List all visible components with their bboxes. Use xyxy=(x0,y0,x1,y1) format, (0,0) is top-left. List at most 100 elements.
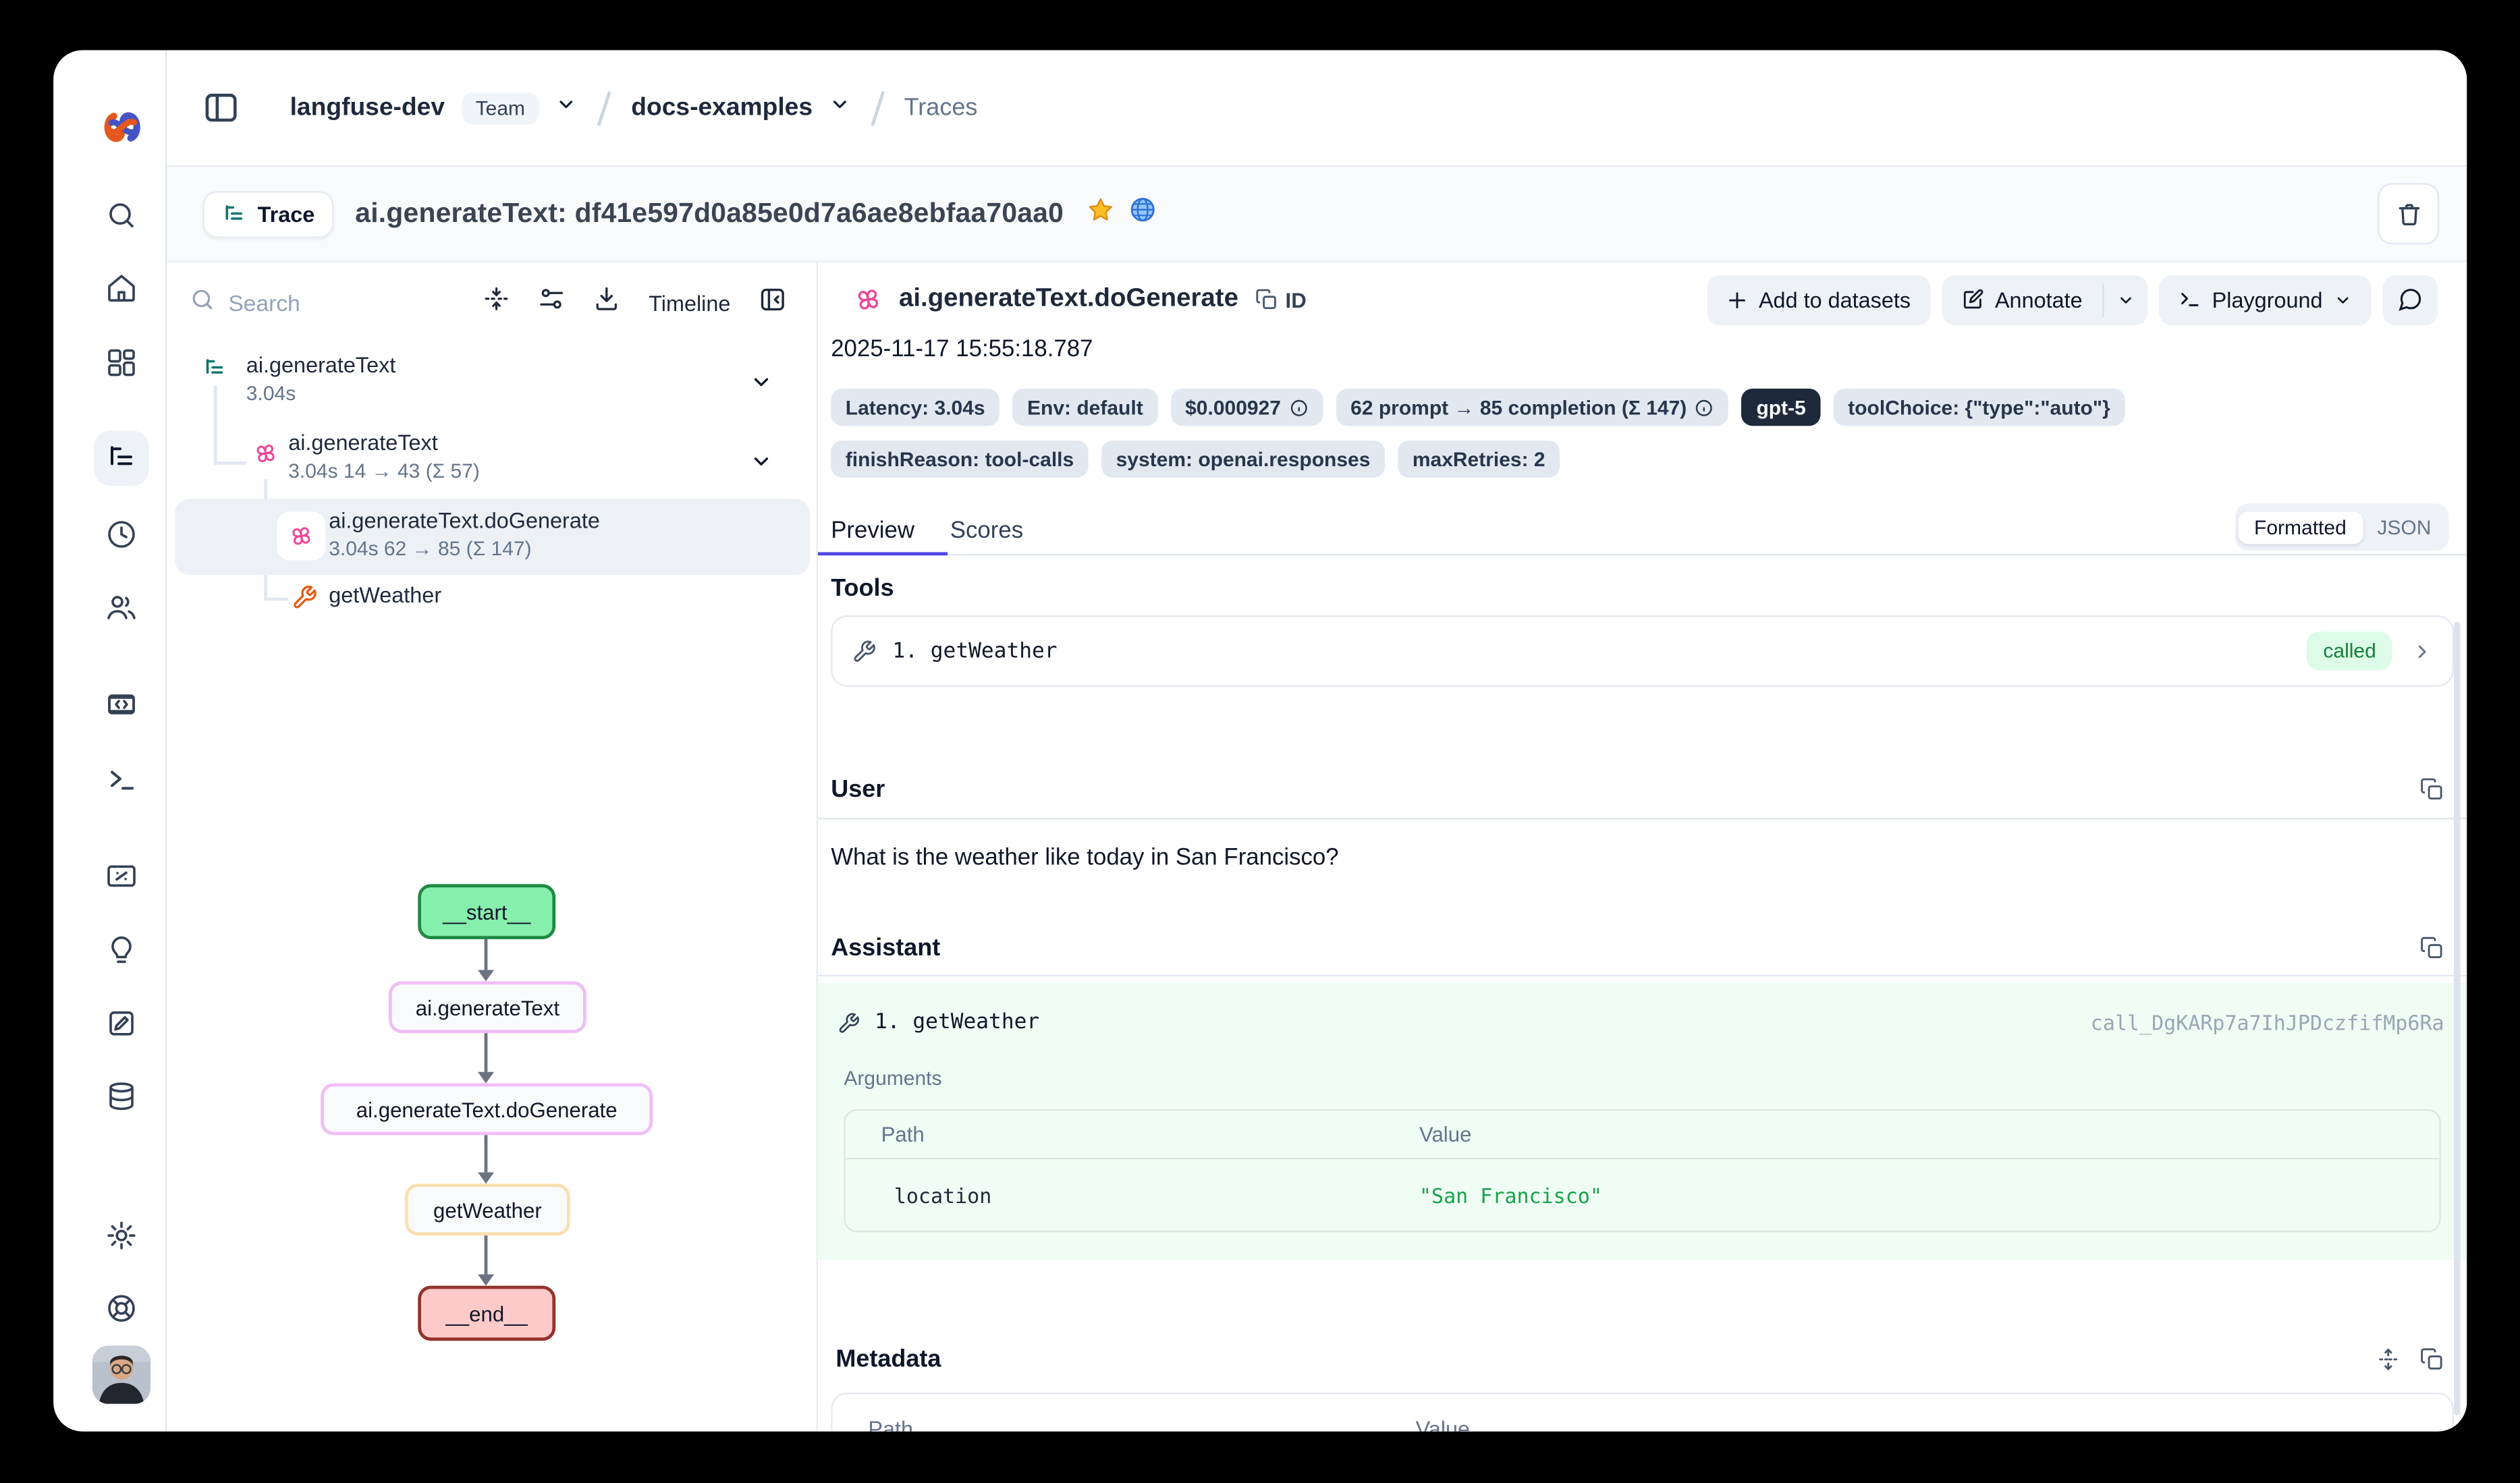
add-to-datasets-button[interactable]: Add to datasets xyxy=(1707,275,1930,325)
graph-node-dogenerate[interactable]: ai.generateText.doGenerate xyxy=(321,1084,653,1136)
metadata-heading: Metadata xyxy=(836,1345,941,1372)
section-name[interactable]: Traces xyxy=(904,94,978,121)
public-globe-icon[interactable] xyxy=(1128,196,1156,231)
id-label: ID xyxy=(1286,287,1307,312)
prompts-code-icon[interactable] xyxy=(94,677,149,732)
assistant-tool-call-card: 1. getWeather call_DgKARp7a7IhJPDczfifMp… xyxy=(818,983,2467,1260)
chevron-down-icon[interactable] xyxy=(750,450,773,481)
home-icon[interactable] xyxy=(94,260,149,316)
support-lifebuoy-icon[interactable] xyxy=(94,1281,149,1336)
delete-trace-button[interactable] xyxy=(2378,183,2439,244)
arg-path: location xyxy=(846,1183,1419,1207)
graph-edge xyxy=(485,1235,488,1275)
sidebar-item-traces[interactable] xyxy=(94,430,149,486)
model-badge[interactable]: gpt-5 xyxy=(1742,389,1821,426)
col-path: Path xyxy=(846,1122,1419,1146)
tab-preview[interactable]: Preview xyxy=(831,517,914,543)
col-path: Path xyxy=(833,1417,1416,1432)
screen: langfuse-dev Team docs-examples Traces T… xyxy=(0,0,2520,1483)
observation-timestamp: 2025-11-17 15:55:18.787 xyxy=(831,337,2467,369)
tool-wrench-icon xyxy=(852,639,876,663)
search-input[interactable] xyxy=(228,290,383,316)
tree-row-dogenerate-selected[interactable]: ai.generateText.doGenerate 3.04s 62 → 85… xyxy=(329,509,767,561)
toggle-formatted[interactable]: Formatted xyxy=(2238,511,2363,543)
breadcrumb: langfuse-dev Team docs-examples Traces xyxy=(290,90,978,125)
avatar[interactable] xyxy=(92,1345,150,1403)
sessions-clock-icon[interactable] xyxy=(94,507,149,562)
info-icon[interactable] xyxy=(1289,397,1309,417)
playground-terminal-icon[interactable] xyxy=(94,752,149,807)
tool-choice-badge: toolChoice: {"type":"auto"} xyxy=(1834,389,2125,426)
tool-called-badge: called xyxy=(2307,632,2392,671)
copy-icon xyxy=(1255,288,1278,311)
users-icon[interactable] xyxy=(94,580,149,635)
graph-node-getweather[interactable]: getWeather xyxy=(405,1183,570,1235)
tool-wrench-icon xyxy=(838,1011,860,1034)
graph-node-start[interactable]: __start__ xyxy=(418,884,555,939)
graph-edge xyxy=(485,1135,488,1172)
tree-row-getweather[interactable]: getWeather xyxy=(292,583,768,607)
bookmark-star-icon[interactable] xyxy=(1087,196,1114,231)
tree-row-generation[interactable]: ai.generateText 3.04s 14 → 43 (Σ 57) xyxy=(252,430,767,482)
graph-node-end[interactable]: __end__ xyxy=(418,1286,555,1341)
trace-tree-icon xyxy=(202,356,227,381)
icon-rail xyxy=(53,50,167,1431)
tab-scores[interactable]: Scores xyxy=(950,517,1023,543)
chevron-down-icon xyxy=(2334,291,2351,308)
env-badge: Env: default xyxy=(1012,389,1157,426)
playground-button[interactable]: Playground xyxy=(2158,275,2371,325)
trash-icon xyxy=(2394,200,2422,227)
generation-pinwheel-icon xyxy=(288,523,314,549)
annotate-dropdown-chevron[interactable] xyxy=(2104,275,2147,325)
preview-content: Tools 1. getWeather called User xyxy=(818,575,2467,1432)
annotations-clipboard-pen-icon[interactable] xyxy=(94,996,149,1051)
badges-row-2: finishReason: tool-calls system: openai.… xyxy=(831,441,2467,478)
col-value: Value xyxy=(1419,1122,1472,1146)
toggle-json[interactable]: JSON xyxy=(2363,511,2446,543)
copy-user-button[interactable] xyxy=(2420,777,2444,801)
datasets-database-icon[interactable] xyxy=(94,1069,149,1124)
dashboard-icon[interactable] xyxy=(94,335,149,391)
scrollbar[interactable] xyxy=(2454,622,2461,1416)
chat-bubble-icon xyxy=(2397,287,2423,312)
comments-button[interactable] xyxy=(2382,275,2438,325)
graph-node-generatetext[interactable]: ai.generateText xyxy=(389,981,586,1033)
chevron-down-icon[interactable] xyxy=(556,93,577,122)
trace-tree: ai.generateText 3.04s ai.generateText 3.… xyxy=(167,347,816,638)
chevron-right-icon[interactable] xyxy=(2412,640,2433,661)
collapse-panel-icon[interactable] xyxy=(758,284,787,321)
copy-assistant-button[interactable] xyxy=(2420,935,2444,959)
scores-icon[interactable] xyxy=(94,849,149,904)
sidebar-toggle-icon[interactable] xyxy=(202,88,242,128)
latency-badge: Latency: 3.04s xyxy=(831,389,999,426)
expand-vertical-icon[interactable] xyxy=(2376,1347,2401,1371)
plus-icon xyxy=(1726,289,1747,310)
chevron-down-icon[interactable] xyxy=(829,93,850,122)
info-icon[interactable] xyxy=(1695,397,1714,417)
langfuse-logo-icon[interactable] xyxy=(94,99,149,154)
settings-gear-icon[interactable] xyxy=(94,1208,149,1263)
topbar: langfuse-dev Team docs-examples Traces xyxy=(167,50,2467,167)
tool-definition-row[interactable]: 1. getWeather called xyxy=(831,615,2454,687)
project-name[interactable]: docs-examples xyxy=(631,93,813,122)
tree-row-trace-root[interactable]: ai.generateText 3.04s xyxy=(202,353,768,405)
display-settings-icon[interactable] xyxy=(539,285,566,320)
finish-reason-badge: finishReason: tool-calls xyxy=(831,441,1089,478)
collapse-all-icon[interactable] xyxy=(483,285,511,320)
metadata-section-header: Metadata xyxy=(831,1343,2444,1375)
search-icon[interactable] xyxy=(94,188,149,243)
tree-toolbar: Timeline xyxy=(167,262,816,343)
trace-title: ai.generateText: df41e597d0a85e0d7a6ae8e… xyxy=(355,198,1064,230)
copy-id-button[interactable]: ID xyxy=(1255,287,1307,312)
graph-edge xyxy=(485,939,488,970)
arguments-table-header: Path Value xyxy=(846,1111,2440,1159)
chevron-down-icon[interactable] xyxy=(750,371,773,402)
org-name[interactable]: langfuse-dev xyxy=(290,93,445,122)
token-usage-badge: 62 prompt → 85 completion (Σ 147) xyxy=(1336,389,1729,426)
app-window: langfuse-dev Team docs-examples Traces T… xyxy=(53,50,2467,1431)
insights-lightbulb-icon[interactable] xyxy=(94,922,149,977)
download-icon[interactable] xyxy=(594,285,622,320)
timeline-toggle[interactable]: Timeline xyxy=(649,291,730,315)
annotate-button[interactable]: Annotate xyxy=(1942,275,2102,325)
copy-icon[interactable] xyxy=(2420,1347,2444,1371)
